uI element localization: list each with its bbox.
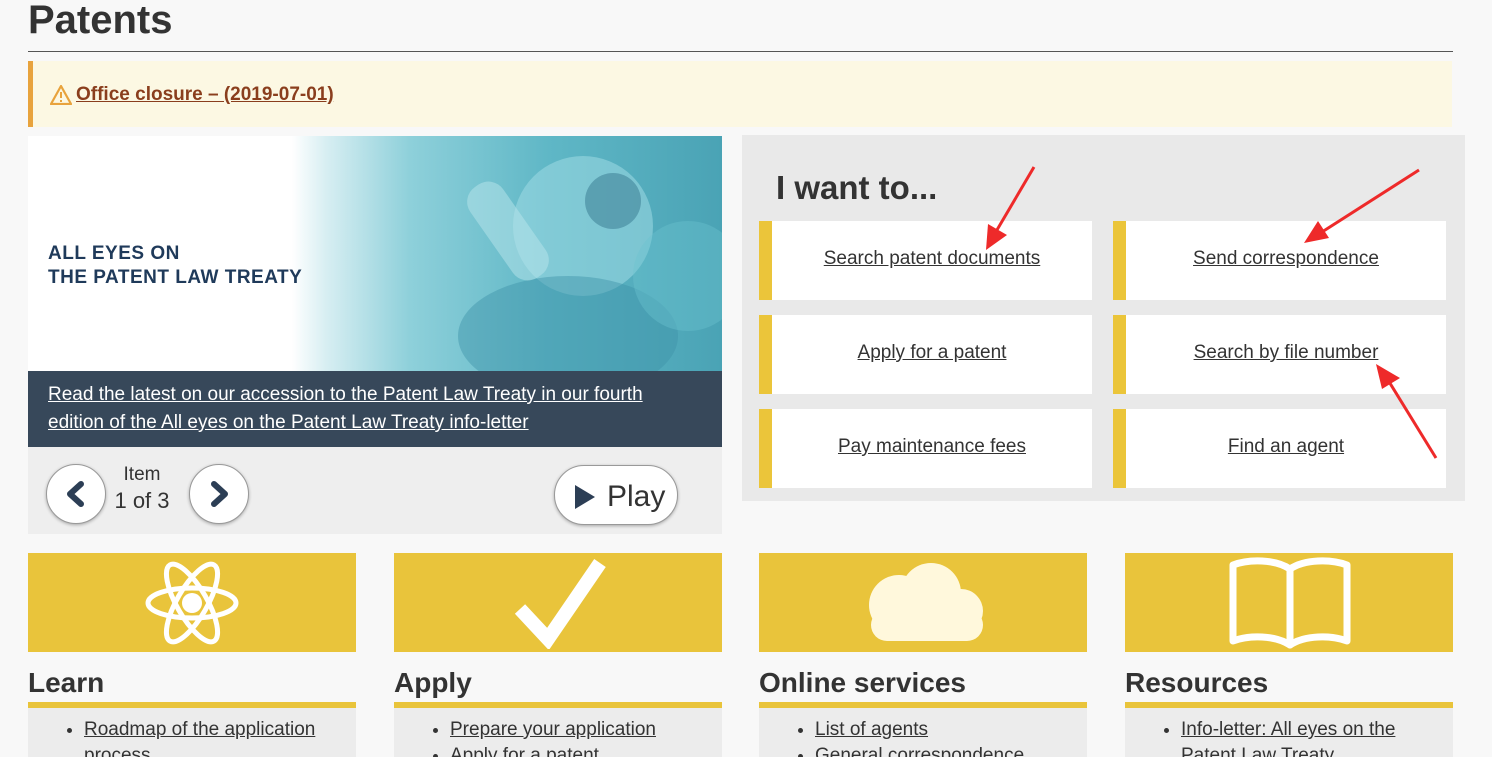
tile-online-services: Online services List of agents General c… [759,553,1087,757]
tile-link[interactable]: Roadmap of the application [84,719,315,740]
list-item: Apply for a patent [450,743,710,757]
list-item: Prepare your application [450,717,710,743]
tile-title: Resources [1125,667,1269,698]
task-find-an-agent[interactable]: Find an agent [1113,409,1446,488]
item-count: 1 of 3 [114,488,170,513]
next-button[interactable] [189,464,249,524]
task-send-correspondence[interactable]: Send correspondence [1113,221,1446,300]
tile-links: Info-letter: All eyes on the Patent Law T… [1125,708,1453,757]
tile-link[interactable]: Prepare your application [450,719,656,740]
chevron-left-icon [67,481,84,507]
previous-button[interactable] [46,464,106,524]
list-item: List of agents [815,717,1075,743]
cloud-icon [869,563,983,641]
title-divider [28,51,1453,52]
play-icon [575,485,595,509]
banner-headline: ALL EYES ON THE PATENT LAW TREATY [48,243,303,288]
task-search-by-file-number[interactable]: Search by file number [1113,315,1446,394]
carousel-caption: Read the latest on our accession to the … [28,371,722,447]
carousel: ALL EYES ON THE PATENT LAW TREATY Read t… [28,136,722,534]
task-pay-maintenance-fees[interactable]: Pay maintenance fees [759,409,1092,488]
tile-title: Apply [394,667,472,698]
tile-title: Learn [28,667,105,698]
tile-link[interactable]: Info-letter: All eyes on the [1181,719,1395,740]
tile-learn: Learn Roadmap of the application process [28,553,356,757]
tile-apply: Apply Prepare your application Apply for… [394,553,722,757]
warning-icon [50,85,72,105]
tile-link[interactable]: process [84,745,151,757]
tile-title: Online services [759,667,967,698]
tile-icon-box [1125,553,1453,652]
task-link[interactable]: Search by file number [1126,342,1446,364]
alert-banner: Office closure – (2019-07-01) [28,61,1452,127]
tile-resources: Resources Info-letter: All eyes on the Pa… [1125,553,1453,757]
page-title: Patents [28,0,173,42]
checkmark-icon [514,559,606,649]
task-link[interactable]: Pay maintenance fees [772,436,1092,458]
task-search-patent-documents[interactable]: Search patent documents [759,221,1092,300]
tile-icon-box [394,553,722,652]
i-want-to-panel: I want to... Search patent documents Sen… [742,135,1465,501]
tile-link[interactable]: Apply for a patent [450,745,599,757]
office-closure-link[interactable]: Office closure – (2019-07-01) [76,84,334,106]
tile-icon-box [28,553,356,652]
tile-links: List of agents General correspondence [759,708,1087,757]
task-apply-for-a-patent[interactable]: Apply for a patent [759,315,1092,394]
tile-link[interactable]: Patent Law Treaty [1181,745,1334,757]
play-label: Play [607,480,666,513]
tile-icon-box [759,553,1087,652]
task-link[interactable]: Search patent documents [772,248,1092,270]
tile-link[interactable]: List of agents [815,719,928,740]
list-item: General correspondence [815,743,1075,757]
list-item: Roadmap of the application process [84,717,344,757]
carousel-caption-link[interactable]: Read the latest on our accession to the … [48,384,643,433]
play-button[interactable]: Play [554,465,678,525]
atom-icon [145,561,239,645]
list-item: Info-letter: All eyes on the Patent Law T… [1181,717,1441,757]
task-link[interactable]: Find an agent [1126,436,1446,458]
tile-links: Roadmap of the application process [28,708,356,757]
task-link[interactable]: Send correspondence [1126,248,1446,270]
tile-links: Prepare your application Apply for a pat… [394,708,722,757]
carousel-banner-image[interactable]: ALL EYES ON THE PATENT LAW TREATY [28,136,722,371]
tile-link[interactable]: General correspondence [815,745,1024,757]
item-label: Item [123,464,161,485]
chevron-right-icon [211,481,228,507]
i-want-to-heading: I want to... [776,169,938,206]
open-book-icon [1229,557,1351,649]
task-link[interactable]: Apply for a patent [772,342,1092,364]
